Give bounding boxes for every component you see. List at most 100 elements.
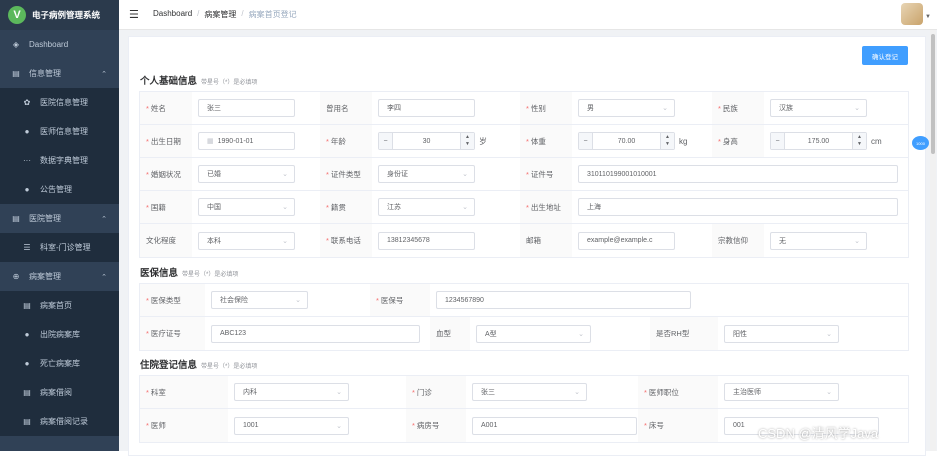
insurance-no-input[interactable]: 1234567890 [436,291,691,309]
calendar-icon: ▦ [207,138,214,145]
clinic-label: * 门诊 [406,376,466,408]
position-select[interactable]: 主治医师 ⌄ [724,383,839,401]
insurance-grid: * 医保类型 社会保险 ⌄ * 医保号 1234567890 * 医疗证号 ABC123… [139,283,909,351]
info-icon: ● [24,185,30,194]
ethnic-select[interactable]: 汉族 ⌄ [770,99,867,117]
chevron-down-icon: ⌄ [282,237,288,245]
edu-select[interactable]: 本科 ⌄ [198,231,295,250]
main-content: 确认登记 个人基础信息 带星号（*）是必填项 * 姓名 张三 曾用名 李四 * 性别 … [119,30,937,456]
chevron-down-icon: ⌄ [574,389,580,396]
medical-card-input[interactable]: ABC123 [211,324,420,343]
sidebar-item-discharge-cases[interactable]: ● 出院病案库 [0,320,119,349]
chevron-up-icon: ⌃ [101,70,107,78]
floating-badge[interactable]: 1000 [912,136,929,150]
sidebar-item-label: 出院病案库 [40,330,80,339]
sidebar-item-hospital-management[interactable]: ▤ 医院管理 ⌃ [0,204,119,233]
blood-select[interactable]: A型 ⌄ [476,324,591,343]
marital-label: * 婚姻状况 [140,158,192,190]
chevron-up-icon: ⌃ [101,215,107,223]
user-icon: ● [24,127,30,136]
sidebar-item-dictionary[interactable]: ··· 数据字典管理 [0,146,119,175]
dept-select[interactable]: 内科 ⌄ [234,383,349,401]
breadcrumb-case-management[interactable]: 病案管理 [204,9,236,20]
form-row: * 科室 内科 ⌄ * 门诊 张三 ⌄ * 医师职位 主治医师 ⌄ [140,376,908,409]
form-card: 确认登记 个人基础信息 带星号（*）是必填项 * 姓名 张三 曾用名 李四 * 性别 … [128,36,926,456]
name-label: * 姓名 [140,92,192,124]
ward-input[interactable]: A001 [472,416,637,435]
section-basic-title: 个人基础信息 带星号（*）是必填项 [140,73,257,87]
nation-select[interactable]: 中国 ⌄ [198,198,295,216]
email-input[interactable]: example@example.c [578,231,675,250]
height-stepper[interactable]: −175.00 ▲ ▼ [770,132,867,150]
sidebar-item-dept-clinic[interactable]: ☰ 科室-门诊管理 [0,233,119,262]
sidebar-item-label: 公告管理 [40,185,72,194]
weight-unit: kg [679,136,688,146]
chevron-down-icon: ⌄ [462,171,468,178]
clinic-select[interactable]: 张三 ⌄ [472,383,587,401]
confirm-register-button[interactable]: 确认登记 [862,46,908,65]
phone-label: * 联系电话 [320,224,372,257]
native-select[interactable]: 江苏 ⌄ [378,198,475,216]
sidebar-item-label: 医师信息管理 [40,127,88,136]
section-hint: 带星号（*）是必填项 [182,272,239,278]
app-logo[interactable]: V 电子病例管理系统 [0,0,119,30]
chevron-down-icon: ⌄ [336,389,342,396]
idno-label: * 证件号 [520,158,572,190]
ethnic-label: * 民族 [712,92,764,124]
chevron-down-icon: ⌄ [826,389,832,396]
document-icon: ▤ [23,301,31,310]
birth-date-picker[interactable]: ▦ 1990-01-01 [198,132,295,150]
sidebar-item-death-cases[interactable]: ● 死亡病案库 [0,349,119,378]
hamburger-icon[interactable]: ☰ [129,8,141,21]
doctor-select[interactable]: 1001 ⌄ [234,416,349,435]
birthplace-input[interactable]: 上海 [578,198,898,216]
alias-label: 曾用名 [320,92,372,124]
stepper-arrows-icon: ▲ ▼ [460,133,474,149]
weight-label: * 体重 [520,125,572,157]
sidebar-item-dashboard[interactable]: ◈ Dashboard [0,30,119,59]
section-title-text: 住院登记信息 [140,360,198,371]
age-stepper[interactable]: −30 ▲ ▼ [378,132,475,150]
form-row: 文化程度 本科 ⌄ * 联系电话 13812345678 邮箱 example@ex… [140,224,908,257]
phone-input[interactable]: 13812345678 [378,231,475,250]
idtype-label: * 证件类型 [320,158,372,190]
sidebar-item-case-management[interactable]: ⊕ 病案管理 ⌃ [0,262,119,291]
religion-label: 宗教信仰 [712,224,764,257]
sidebar-item-label: 数据字典管理 [40,156,88,165]
sidebar-item-notice[interactable]: ● 公告管理 [0,175,119,204]
form-row: * 出生日期 ▦ 1990-01-01 * 年龄 −30 ▲ ▼ 岁 * 体重 −70.00 ▲… [140,125,908,158]
insurance-type-select[interactable]: 社会保险 ⌄ [211,291,308,309]
nation-label: * 国籍 [140,191,192,223]
sidebar: V 电子病例管理系统 ◈ Dashboard ▤ 信息管理 ⌃ ✿ 医院信息管理 ● 医师… [0,0,119,451]
scrollbar-thumb[interactable] [931,34,935,154]
breadcrumb-dashboard[interactable]: Dashboard [153,9,192,20]
sidebar-item-case-borrow[interactable]: ▤ 病案借阅 [0,378,119,407]
sidebar-item-info-management[interactable]: ▤ 信息管理 ⌃ [0,59,119,88]
idtype-select[interactable]: 身份证 ⌄ [378,165,475,183]
idno-input[interactable]: 310110199001010001 [578,165,898,183]
name-input[interactable]: 张三 [198,99,295,117]
sidebar-item-borrow-records[interactable]: ▤ 病案借阅记录 [0,407,119,436]
chevron-down-icon: ⌄ [578,330,584,338]
form-row: * 姓名 张三 曾用名 李四 * 性别 男 ⌄ * 民族 汉族 ⌄ [140,92,908,125]
breadcrumb-separator: / [241,9,244,18]
religion-select[interactable]: 无 ⌄ [770,231,867,250]
weight-stepper[interactable]: −70.00 ▲ ▼ [578,132,675,150]
avatar[interactable] [901,3,923,25]
marital-select[interactable]: 已婚 ⌄ [198,165,295,183]
alias-input[interactable]: 李四 [378,99,475,117]
rh-select[interactable]: 阳性 ⌄ [724,324,839,343]
breadcrumb-current: 病案首页登记 [248,10,297,19]
sliders-icon: ☰ [23,243,31,252]
user-icon: ● [24,330,30,339]
caret-down-icon[interactable]: ▼ [925,14,931,20]
blood-label: 血型 [430,317,470,350]
sidebar-item-case-home[interactable]: ▤ 病案首页 [0,291,119,320]
document-icon: ▤ [12,214,20,223]
sidebar-item-doctor-info[interactable]: ● 医师信息管理 [0,117,119,146]
gear-icon: ✿ [23,98,31,107]
gender-select[interactable]: 男 ⌄ [578,99,675,117]
sidebar-item-label: 病案管理 [29,272,61,281]
sidebar-item-hospital-info[interactable]: ✿ 医院信息管理 [0,88,119,117]
stepper-arrows-icon: ▲ ▼ [852,133,866,149]
